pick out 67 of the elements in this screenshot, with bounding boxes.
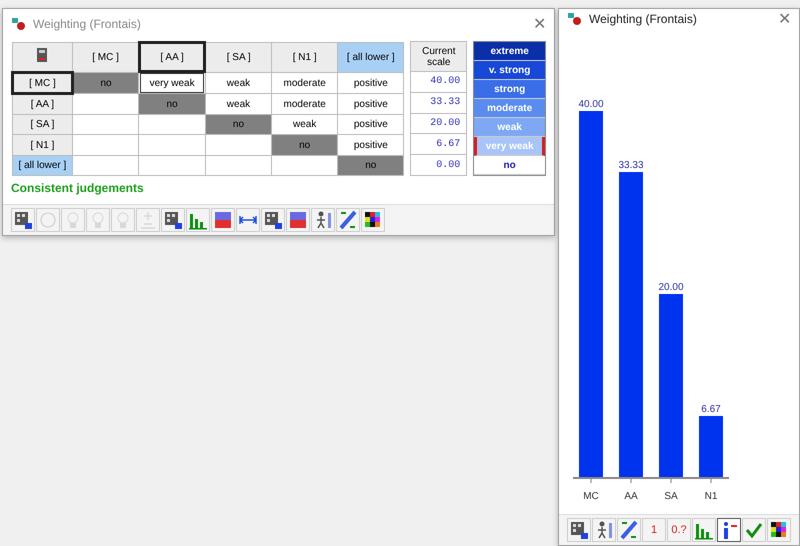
row-header[interactable]: [ SA ] (12, 114, 73, 135)
scale-level[interactable]: extreme (474, 42, 545, 61)
window-title: Weighting (Frontais) (589, 12, 698, 26)
scale-value: 6.67 (410, 134, 467, 155)
judgement-cell[interactable]: positive (338, 72, 404, 94)
row-header[interactable]: [ AA ] (12, 94, 73, 115)
scale-value: 40.00 (410, 72, 467, 92)
bar (699, 416, 723, 477)
scale-level[interactable]: strong (474, 80, 545, 99)
judgement-cell[interactable]: positive (338, 114, 404, 135)
category-label: N1 (704, 491, 718, 502)
scale-value: 20.00 (410, 113, 467, 134)
plus-minus-icon (138, 210, 158, 230)
column-header[interactable]: [ all lower ] (338, 42, 404, 72)
scale-value: 33.33 (410, 92, 467, 114)
scale-level[interactable]: v. strong (474, 61, 545, 80)
app-icon (567, 12, 583, 26)
status-text: Consistent judgements (10, 180, 145, 195)
scale-value: 0.00 (410, 154, 467, 176)
judgement-cell[interactable]: moderate (272, 72, 338, 94)
diagonal-cell: no (72, 72, 139, 94)
grid-icon (569, 520, 589, 540)
diagonal-cell: no (338, 155, 404, 176)
slash-icon (338, 210, 358, 230)
diagonal-cell: no (205, 114, 272, 135)
app-icon (11, 17, 27, 31)
toolbar-button[interactable] (717, 518, 741, 542)
row-header[interactable]: [ all lower ] (12, 155, 73, 176)
close-button[interactable]: ✕ (778, 9, 791, 29)
diagonal-cell: no (138, 94, 206, 115)
judgement-cell[interactable]: positive (338, 134, 404, 156)
judgement-cell[interactable]: weak (205, 72, 272, 94)
close-button[interactable]: ✕ (533, 14, 546, 34)
calculator-icon (37, 48, 48, 62)
row-header[interactable]: [ MC ] (12, 72, 73, 94)
column-header: Current scale (410, 42, 467, 72)
column-header[interactable]: [ MC ] (72, 42, 139, 72)
judgement-cell[interactable]: weak (205, 94, 272, 115)
column-header[interactable]: [ N1 ] (272, 42, 338, 72)
category-label: SA (664, 491, 678, 502)
value-label: 20.00 (658, 282, 684, 293)
diagonal-cell: no (272, 134, 338, 156)
grid-icon (13, 210, 33, 230)
slash-icon (619, 520, 639, 540)
judgement-cell[interactable]: very weak (138, 72, 206, 94)
value-label: 40.00 (578, 99, 604, 110)
circle-icon (38, 210, 58, 230)
matrix-icon (288, 210, 308, 230)
toolbar-button[interactable]: 0.? (667, 518, 691, 542)
row-header[interactable]: [ N1 ] (12, 134, 73, 156)
matrix-icon (213, 210, 233, 230)
window-title: Weighting (Frontais) (33, 17, 142, 31)
grid-icon (163, 210, 183, 230)
column-header[interactable]: [ SA ] (205, 42, 272, 72)
column-header[interactable]: [ AA ] (138, 42, 206, 72)
palette-icon (769, 520, 789, 540)
check-icon (744, 520, 764, 540)
judgement-cell[interactable]: weak (272, 114, 338, 135)
toolbar-button[interactable]: 1 (642, 518, 666, 542)
value-label: 6.67 (701, 404, 721, 415)
category-label: MC (583, 491, 599, 502)
value-label: 33.33 (618, 160, 644, 172)
category-label: AA (624, 491, 638, 502)
judgement-cell[interactable]: positive (338, 94, 404, 115)
judgement-cell[interactable]: moderate (272, 94, 338, 115)
palette-icon (363, 210, 383, 230)
grid-icon (263, 210, 283, 230)
